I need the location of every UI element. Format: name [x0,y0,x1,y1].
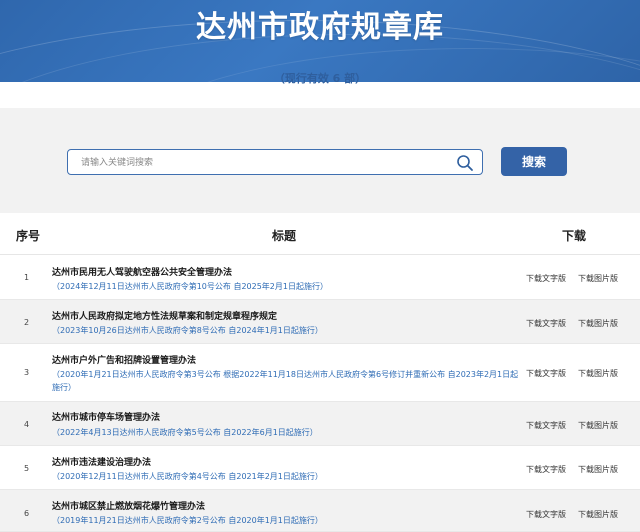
regulation-title[interactable]: 达州市违法建设治理办法 [52,455,151,468]
regulation-meta: （2020年1月21日达州市人民政府令第3号公布 根据2022年11月18日达州… [52,370,519,392]
row-number: 1 [24,273,30,282]
regulation-title[interactable]: 达州市城市停车场管理办法 [52,410,160,423]
row-number: 4 [24,420,30,429]
search-input[interactable] [68,151,448,175]
regulation-title[interactable]: 达州市民用无人驾驶航空器公共安全管理办法 [52,265,232,278]
search-button[interactable]: 搜索 [501,147,567,176]
regulation-meta: （2020年12月11日达州市人民政府令第4号公布 自2021年2月1日起施行） [52,472,323,481]
table-row: 4 达州市城市停车场管理办法 （2022年4月13日达州市人民政府令第5号公布 … [0,402,640,446]
search-box [67,149,483,175]
download-image-link[interactable]: 下载图片版 [578,509,618,520]
page-title: 达州市政府规章库 [196,10,444,45]
table-header: 序号 标题 下载 [0,213,640,255]
regulation-meta: （2024年12月11日达州市人民政府令第10号公布 自2025年2月1日起施行… [52,282,328,291]
regulation-meta: （2019年11月21日达州市人民政府令第2号公布 自2020年1月1日起施行） [52,516,323,525]
regulation-title[interactable]: 达州市户外广告和招牌设置管理办法 [52,353,196,366]
download-text-link[interactable]: 下载文字版 [526,368,566,379]
row-number: 3 [24,368,30,377]
download-image-link[interactable]: 下载图片版 [578,420,618,431]
download-text-link[interactable]: 下载文字版 [526,273,566,284]
regulation-meta: （2023年10月26日达州市人民政府令第8号公布 自2024年1月1日起施行） [52,326,323,335]
row-number: 2 [24,318,30,327]
download-image-link[interactable]: 下载图片版 [578,273,618,284]
row-number: 5 [24,464,30,473]
column-header-title: 标题 [272,229,297,243]
download-text-link[interactable]: 下载文字版 [526,509,566,520]
download-image-link[interactable]: 下载图片版 [578,318,618,329]
page-subtitle: （现行有效 6 部） [273,72,367,85]
download-image-link[interactable]: 下载图片版 [578,464,618,475]
download-text-link[interactable]: 下载文字版 [526,318,566,329]
regulation-title[interactable]: 达州市人民政府拟定地方性法规草案和制定规章程序规定 [52,309,277,322]
table-row: 3 达州市户外广告和招牌设置管理办法 （2020年1月21日达州市人民政府令第3… [0,344,640,402]
row-number: 6 [24,509,30,518]
regulation-list: 1 达州市民用无人驾驶航空器公共安全管理办法 （2024年12月11日达州市人民… [0,256,640,532]
regulation-meta: （2022年4月13日达州市人民政府令第5号公布 自2022年6月1日起施行） [52,428,318,437]
table-row: 1 达州市民用无人驾驶航空器公共安全管理办法 （2024年12月11日达州市人民… [0,256,640,300]
search-panel: 搜索 [0,108,640,213]
regulation-title[interactable]: 达州市城区禁止燃放烟花爆竹管理办法 [52,499,205,512]
download-text-link[interactable]: 下载文字版 [526,420,566,431]
column-header-no: 序号 [16,229,41,243]
column-header-download: 下载 [562,229,587,243]
table-row: 6 达州市城区禁止燃放烟花爆竹管理办法 （2019年11月21日达州市人民政府令… [0,490,640,532]
download-image-link[interactable]: 下载图片版 [578,368,618,379]
search-icon[interactable] [456,154,474,172]
download-text-link[interactable]: 下载文字版 [526,464,566,475]
table-row: 5 达州市违法建设治理办法 （2020年12月11日达州市人民政府令第4号公布 … [0,446,640,490]
table-row: 2 达州市人民政府拟定地方性法规草案和制定规章程序规定 （2023年10月26日… [0,300,640,344]
